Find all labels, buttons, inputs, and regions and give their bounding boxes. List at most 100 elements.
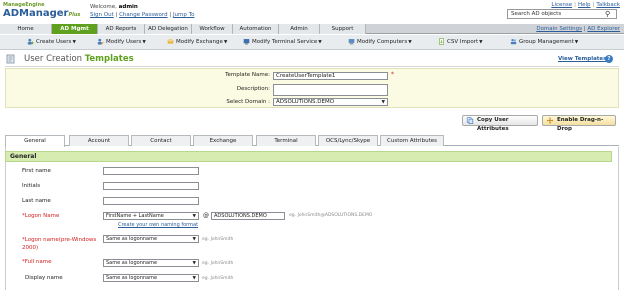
logon-name-pre2000-label: *Logon name(pre-Windows 2000) xyxy=(22,236,98,252)
tab-contact[interactable]: Contact xyxy=(131,135,191,146)
search-icon[interactable]: ⚲ xyxy=(605,10,610,18)
menu-csv-import-label: CSV Import xyxy=(447,39,479,45)
welcome-text: Welcome, xyxy=(90,4,117,10)
pre2000-example: eg. JohnSmith xyxy=(202,237,234,242)
jump-to-link[interactable]: Jump To xyxy=(173,12,195,18)
menu-modify-terminal-service-label: Modify Terminal Service xyxy=(252,39,318,45)
tab-admin[interactable]: Admin xyxy=(279,24,320,34)
full-name-select[interactable]: Same as logonname ▼ xyxy=(103,259,199,267)
tab-ocs-lync-skype[interactable]: OCS/Lync/Skype xyxy=(318,135,378,146)
enable-drag-drop-label: Enable Drag-n-Drop xyxy=(557,117,604,132)
domain-links: Domain Settings | AD Explorer xyxy=(536,26,620,32)
tab-support[interactable]: Support xyxy=(320,24,366,34)
tab-ad-reports[interactable]: AD Reports xyxy=(98,24,145,34)
initials-input[interactable] xyxy=(103,182,199,190)
tab-custom-attributes[interactable]: Custom Attributes xyxy=(380,135,444,146)
tab-automation[interactable]: Automation xyxy=(233,24,279,34)
tab-terminal[interactable]: Terminal xyxy=(256,135,316,146)
talkback-link[interactable]: Talkback xyxy=(596,2,620,8)
logon-format-select[interactable]: FirstName + LastName ▼ xyxy=(103,212,199,220)
last-name-input[interactable] xyxy=(103,197,199,205)
tab-ad-delegation[interactable]: AD Delegation xyxy=(145,24,192,34)
logon-name-label: *Logon Name xyxy=(22,213,59,219)
help-icon[interactable]: ? xyxy=(605,55,613,63)
tab-exchange[interactable]: Exchange xyxy=(193,135,253,146)
menu-csv-import[interactable]: CSV Import▼ xyxy=(438,38,483,45)
logon-name-example: eg. JohnSmith@ADSOLUTIONS.DEMO xyxy=(289,213,373,218)
copy-user-attributes-label: Copy User Attributes xyxy=(477,117,509,132)
tab-general[interactable]: General xyxy=(5,135,65,147)
change-password-link[interactable]: Change Password xyxy=(119,12,168,18)
menu-modify-computers[interactable]: Modify Computers▼ xyxy=(348,38,412,45)
at-symbol: @ xyxy=(203,212,209,219)
page-title: User Creation Templates xyxy=(24,54,134,64)
display-name-select[interactable]: Same as logonname ▼ xyxy=(103,274,199,282)
initials-label: Initials xyxy=(22,183,41,189)
required-marker: * xyxy=(391,71,394,78)
page-title-prefix: User Creation xyxy=(24,54,83,64)
license-link[interactable]: License xyxy=(551,2,572,8)
tab-workflow[interactable]: Workflow xyxy=(192,24,233,34)
domain-settings-link[interactable]: Domain Settings xyxy=(536,26,582,32)
terminal-icon xyxy=(243,39,250,45)
logon-name-pre2000-select[interactable]: Same as logonname ▼ xyxy=(103,235,199,243)
menu-group-management[interactable]: Group Management▼ xyxy=(510,38,578,45)
copy-user-attributes-button[interactable]: Copy User Attributes xyxy=(462,115,538,132)
chevron-down-icon: ▼ xyxy=(192,214,196,219)
full-name-value: Same as logonname xyxy=(106,260,158,266)
logon-name-pre2000-value: Same as logonname xyxy=(106,236,158,242)
enable-drag-drop-button[interactable]: Enable Drag-n-Drop xyxy=(542,115,616,132)
chevron-down-icon: ▼ xyxy=(192,276,196,281)
view-templates-link[interactable]: View Templates xyxy=(558,56,606,62)
logo-product: ADManagerPlus xyxy=(3,8,80,21)
general-heading: General xyxy=(5,151,612,162)
form-tabs: General Account Contact Exchange Termina… xyxy=(5,135,619,147)
tab-account[interactable]: Account xyxy=(69,135,129,146)
sign-out-link[interactable]: Sign Out xyxy=(90,12,114,18)
domain-select[interactable]: ADSOLUTIONS.DEMO ▼ xyxy=(273,98,388,106)
logo-product-name: ADManager xyxy=(3,8,69,19)
search-input[interactable]: Search AD objects xyxy=(507,9,617,19)
page-title-highlight: Templates xyxy=(84,54,134,64)
csv-import-icon xyxy=(439,38,444,45)
help-link[interactable]: Help xyxy=(578,2,591,8)
template-icon xyxy=(6,54,15,64)
drag-drop-icon xyxy=(546,117,554,124)
logon-domain-input[interactable]: ADSOLUTIONS.DEMO xyxy=(211,212,285,220)
exchange-icon xyxy=(167,39,174,44)
top-header: ManageEngine ADManagerPlus Welcome, admi… xyxy=(0,0,624,24)
menu-modify-computers-label: Modify Computers xyxy=(357,39,408,45)
template-name-label: Template Name: xyxy=(225,72,270,78)
menu-modify-terminal-service[interactable]: Modify Terminal Service▼ xyxy=(243,38,322,45)
ad-explorer-link[interactable]: AD Explorer xyxy=(587,26,620,32)
title-divider xyxy=(5,66,619,67)
create-naming-format-link[interactable]: Create your own naming format xyxy=(118,222,198,228)
logon-name-label-text: Logon Name xyxy=(24,213,60,219)
menu-modify-users[interactable]: Modify Users▼ xyxy=(97,38,146,45)
tab-home[interactable]: Home xyxy=(0,24,52,34)
description-textarea[interactable] xyxy=(273,84,388,96)
template-name-input[interactable]: CreateUserTemplate1 xyxy=(273,72,388,80)
top-links: License | Help | Talkback xyxy=(551,2,620,8)
last-name-label: Last name xyxy=(22,198,51,204)
logon-format-value: FirstName + LastName xyxy=(106,213,164,219)
welcome-block: Welcome, admin Sign Out | Change Passwor… xyxy=(90,4,195,18)
select-domain-label: Select Domain : xyxy=(226,99,270,105)
menu-create-users-label: Create Users xyxy=(36,39,72,45)
full-name-example: eg. JohnSmith xyxy=(202,261,234,266)
domain-select-value: ADSOLUTIONS.DEMO xyxy=(276,99,335,105)
display-name-label: Display name xyxy=(25,275,63,281)
menu-create-users[interactable]: Create Users▼ xyxy=(27,38,76,45)
page-title-bar: User Creation Templates View Templates ? xyxy=(0,51,624,67)
current-user: admin xyxy=(118,4,138,10)
general-section xyxy=(5,147,619,290)
menu-modify-exchange[interactable]: Modify Exchange▼ xyxy=(167,38,227,45)
logo-plus: Plus xyxy=(68,12,81,18)
chevron-down-icon: ▼ xyxy=(192,261,196,266)
display-name-value: Same as logonname xyxy=(106,275,158,281)
first-name-input[interactable] xyxy=(103,167,199,175)
description-label: Description: xyxy=(236,86,270,92)
tab-ad-mgmt[interactable]: AD Mgmt xyxy=(52,24,98,34)
admanager-logo[interactable]: ManageEngine ADManagerPlus xyxy=(3,3,80,21)
full-name-label-text: Full name xyxy=(24,259,52,265)
